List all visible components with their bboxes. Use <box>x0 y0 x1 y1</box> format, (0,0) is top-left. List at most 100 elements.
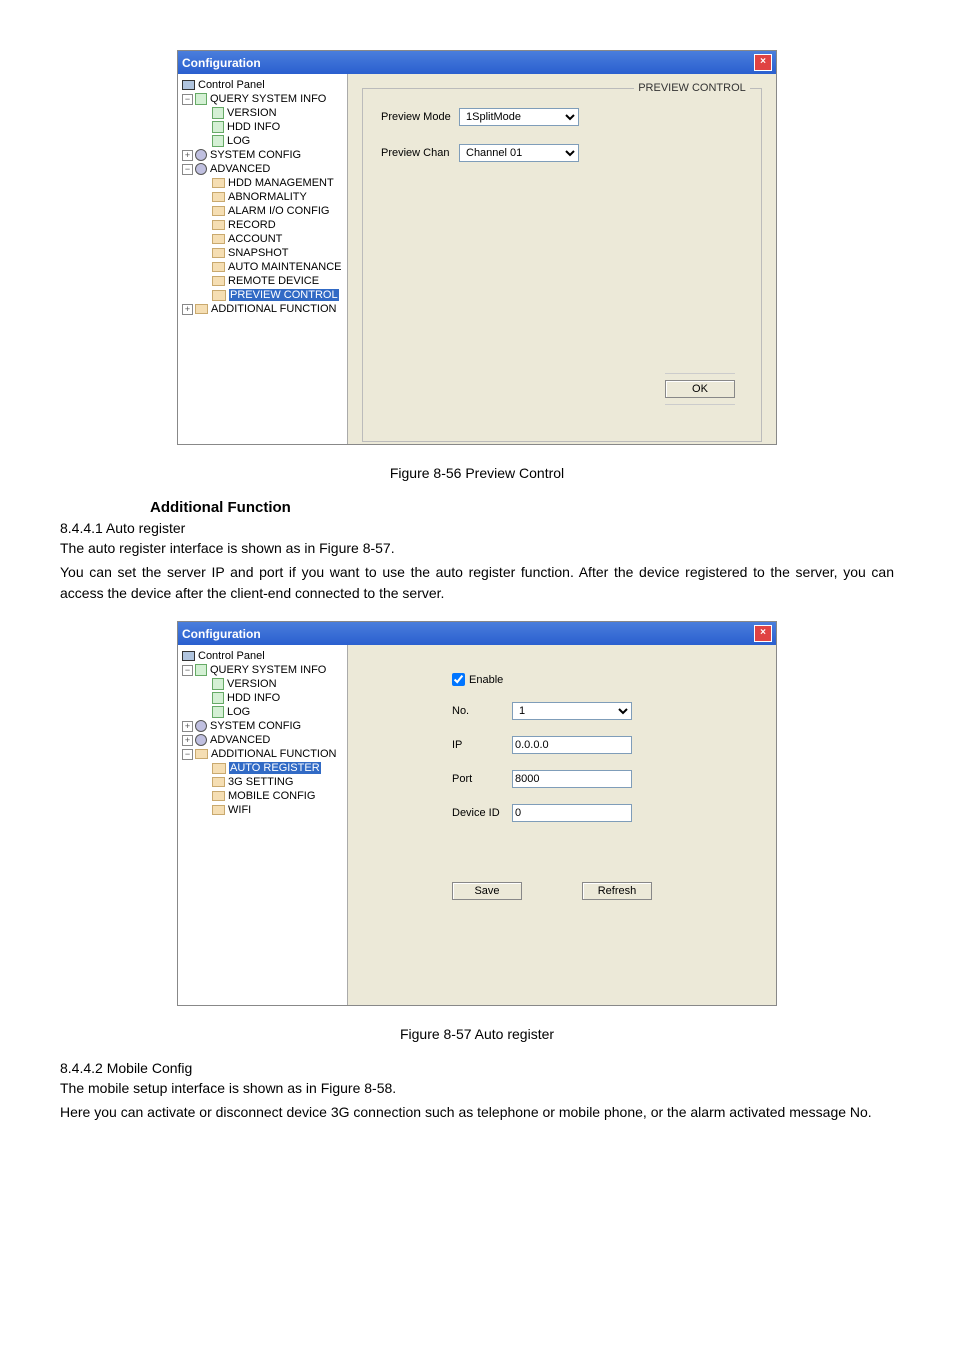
folder-open-icon <box>212 763 226 774</box>
tree-auto-maintenance[interactable]: AUTO MAINTENANCE <box>180 260 345 274</box>
titlebar: Configuration × <box>178 622 776 645</box>
body-text: The mobile setup interface is shown as i… <box>60 1078 894 1100</box>
ok-button[interactable]: OK <box>665 380 735 398</box>
preview-chan-label: Preview Chan <box>381 147 459 159</box>
tree-hdd-management[interactable]: HDD MANAGEMENT <box>180 176 345 190</box>
tree-version[interactable]: VERSION <box>180 677 345 691</box>
folder-icon <box>212 777 225 787</box>
tree-system-config[interactable]: +SYSTEM CONFIG <box>180 719 345 733</box>
tree-additional-function[interactable]: +ADDITIONAL FUNCTION <box>180 302 345 316</box>
folder-icon <box>212 178 225 188</box>
enable-checkbox[interactable] <box>452 673 465 686</box>
enable-label: Enable <box>469 674 503 686</box>
port-input[interactable] <box>512 770 632 788</box>
folder-icon <box>212 234 225 244</box>
titlebar: Configuration × <box>178 51 776 74</box>
tree-snapshot[interactable]: SNAPSHOT <box>180 246 345 260</box>
minus-icon[interactable]: − <box>182 749 193 760</box>
no-select[interactable]: 1 <box>512 702 632 720</box>
port-label: Port <box>452 773 512 785</box>
doc-icon <box>195 93 207 105</box>
deviceid-label: Device ID <box>452 807 512 819</box>
tree-advanced[interactable]: +ADVANCED <box>180 733 345 747</box>
folder-icon <box>212 791 225 801</box>
subsection-1: 8.4.4.1 Auto register <box>60 520 894 536</box>
doc-icon <box>212 706 224 718</box>
doc-icon <box>212 135 224 147</box>
preview-chan-select[interactable]: Channel 01 <box>459 144 579 162</box>
gear-icon <box>195 163 207 175</box>
tree-hdd-info[interactable]: HDD INFO <box>180 691 345 705</box>
tree-remote-device[interactable]: REMOTE DEVICE <box>180 274 345 288</box>
minus-icon[interactable]: − <box>182 94 193 105</box>
tree-account[interactable]: ACCOUNT <box>180 232 345 246</box>
tree-wifi[interactable]: WIFI <box>180 803 345 817</box>
doc-icon <box>212 678 224 690</box>
folder-icon <box>212 262 225 272</box>
deviceid-input[interactable] <box>512 804 632 822</box>
folder-icon <box>212 248 225 258</box>
folder-icon <box>195 749 208 759</box>
tree-record[interactable]: RECORD <box>180 218 345 232</box>
tree-hdd-info[interactable]: HDD INFO <box>180 120 345 134</box>
doc-icon <box>195 664 207 676</box>
close-icon[interactable]: × <box>754 54 772 71</box>
minus-icon[interactable]: − <box>182 164 193 175</box>
configuration-window-preview: Configuration × Control Panel −QUERY SYS… <box>177 50 777 445</box>
folder-icon <box>195 304 208 314</box>
tree-log[interactable]: LOG <box>180 134 345 148</box>
folder-icon <box>212 805 225 815</box>
tree-query-system-info[interactable]: −QUERY SYSTEM INFO <box>180 92 345 106</box>
plus-icon[interactable]: + <box>182 304 193 315</box>
preview-control-group: PREVIEW CONTROL Preview Mode 1SplitMode … <box>362 82 762 442</box>
tree-log[interactable]: LOG <box>180 705 345 719</box>
tree-3g-setting[interactable]: 3G SETTING <box>180 775 345 789</box>
window-title: Configuration <box>182 627 261 641</box>
no-label: No. <box>452 705 512 717</box>
tree-preview-control[interactable]: PREVIEW CONTROL <box>180 288 345 302</box>
folder-icon <box>212 206 225 216</box>
tree-system-config[interactable]: +SYSTEM CONFIG <box>180 148 345 162</box>
plus-icon[interactable]: + <box>182 735 193 746</box>
section-heading: Additional Function <box>150 499 894 516</box>
gear-icon <box>195 149 207 161</box>
tree-version[interactable]: VERSION <box>180 106 345 120</box>
close-icon[interactable]: × <box>754 625 772 642</box>
save-button[interactable]: Save <box>452 882 522 900</box>
tree-auto-register[interactable]: AUTO REGISTER <box>180 761 345 775</box>
plus-icon[interactable]: + <box>182 150 193 161</box>
figure-caption-2: Figure 8-57 Auto register <box>60 1026 894 1042</box>
tree-control-panel[interactable]: Control Panel <box>180 649 345 663</box>
tree-advanced[interactable]: −ADVANCED <box>180 162 345 176</box>
doc-icon <box>212 107 224 119</box>
tree-mobile-config[interactable]: MOBILE CONFIG <box>180 789 345 803</box>
refresh-button[interactable]: Refresh <box>582 882 652 900</box>
tree-alarm-io[interactable]: ALARM I/O CONFIG <box>180 204 345 218</box>
preview-mode-select[interactable]: 1SplitMode <box>459 108 579 126</box>
folder-open-icon <box>212 290 226 301</box>
doc-icon <box>212 121 224 133</box>
monitor-icon <box>182 651 195 661</box>
folder-icon <box>212 276 225 286</box>
body-text: The auto register interface is shown as … <box>60 538 894 560</box>
monitor-icon <box>182 80 195 90</box>
tree-panel: Control Panel −QUERY SYSTEM INFO VERSION… <box>178 74 348 444</box>
doc-icon <box>212 692 224 704</box>
window-title: Configuration <box>182 56 261 70</box>
tree-query-system-info[interactable]: −QUERY SYSTEM INFO <box>180 663 345 677</box>
body-text: You can set the server IP and port if yo… <box>60 562 894 605</box>
right-panel: PREVIEW CONTROL Preview Mode 1SplitMode … <box>348 74 776 444</box>
ip-label: IP <box>452 739 512 751</box>
group-title: PREVIEW CONTROL <box>634 82 750 94</box>
tree-panel: Control Panel −QUERY SYSTEM INFO VERSION… <box>178 645 348 1005</box>
ip-input[interactable] <box>512 736 632 754</box>
plus-icon[interactable]: + <box>182 721 193 732</box>
tree-control-panel[interactable]: Control Panel <box>180 78 345 92</box>
figure-caption-1: Figure 8-56 Preview Control <box>60 465 894 481</box>
tree-abnormality[interactable]: ABNORMALITY <box>180 190 345 204</box>
configuration-window-autoregister: Configuration × Control Panel −QUERY SYS… <box>177 621 777 1006</box>
gear-icon <box>195 720 207 732</box>
tree-additional-function[interactable]: −ADDITIONAL FUNCTION <box>180 747 345 761</box>
folder-icon <box>212 220 225 230</box>
minus-icon[interactable]: − <box>182 665 193 676</box>
